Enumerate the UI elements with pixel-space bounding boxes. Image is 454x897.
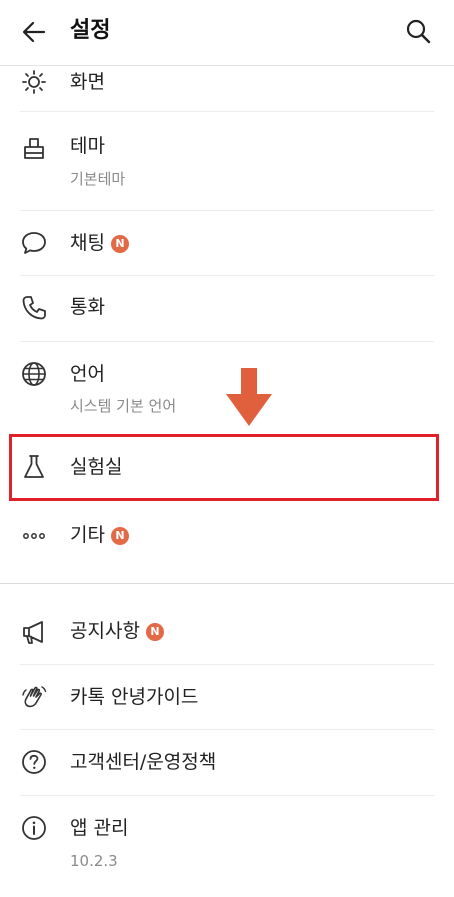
settings-item-notice[interactable]: 공지사항 N <box>0 600 454 664</box>
settings-item-label: 통화 <box>70 296 105 318</box>
settings-item-label: 공지사항 N <box>70 617 164 645</box>
paintbrush-icon <box>24 138 44 159</box>
app-header: 설정 <box>0 0 454 64</box>
settings-item-text: 채팅 <box>70 232 105 254</box>
waving-hand-icon <box>22 686 47 708</box>
brightness-icon <box>22 70 46 94</box>
settings-item-guide[interactable]: 카톡 안녕가이드 <box>0 665 454 729</box>
app-version-text: 10.2.3 <box>70 852 118 870</box>
settings-item-label: 테마 <box>70 135 105 157</box>
megaphone-icon <box>23 621 43 644</box>
settings-item-label: 채팅 N <box>70 229 129 257</box>
new-badge: N <box>145 623 164 641</box>
more-dots-icon <box>23 533 45 539</box>
settings-item-subtext: 기본테마 <box>70 170 126 188</box>
globe-icon <box>22 362 46 386</box>
phone-icon <box>22 296 46 320</box>
info-circle-icon <box>22 816 46 840</box>
settings-item-label: 카톡 안녕가이드 <box>70 686 199 708</box>
settings-item-display[interactable]: 화면 <box>0 66 454 108</box>
settings-item-label: 기타 N <box>70 521 129 549</box>
chat-bubble-icon <box>22 232 46 254</box>
settings-item-label: 고객센터/운영정책 <box>70 751 217 773</box>
settings-item-label: 화면 <box>70 71 105 93</box>
section-divider <box>0 583 454 584</box>
new-badge: N <box>110 235 129 253</box>
settings-item-subtext: 시스템 기본 언어 <box>70 397 177 415</box>
page-title: 설정 <box>70 18 111 43</box>
search-icon[interactable] <box>404 17 432 45</box>
question-circle-icon <box>22 750 46 774</box>
settings-item-label: 앱 관리 <box>70 817 129 839</box>
highlight-box <box>9 434 439 501</box>
settings-item-theme[interactable]: 테마 기본테마 <box>0 112 454 210</box>
new-badge: N <box>110 527 129 545</box>
settings-item-chat[interactable]: 채팅 N <box>0 211 454 275</box>
settings-item-call[interactable]: 통화 <box>0 276 454 340</box>
settings-item-text: 공지사항 <box>70 620 140 642</box>
back-arrow-icon[interactable] <box>20 18 48 46</box>
settings-item-help[interactable]: 고객센터/운영정책 <box>0 730 454 794</box>
settings-item-label: 언어 <box>70 363 105 385</box>
settings-item-app-management[interactable]: 앱 관리 10.2.3 <box>0 796 454 896</box>
settings-item-text: 기타 <box>70 524 105 546</box>
settings-item-etc[interactable]: 기타 N <box>0 504 454 568</box>
annotation-arrow-icon <box>226 368 272 426</box>
